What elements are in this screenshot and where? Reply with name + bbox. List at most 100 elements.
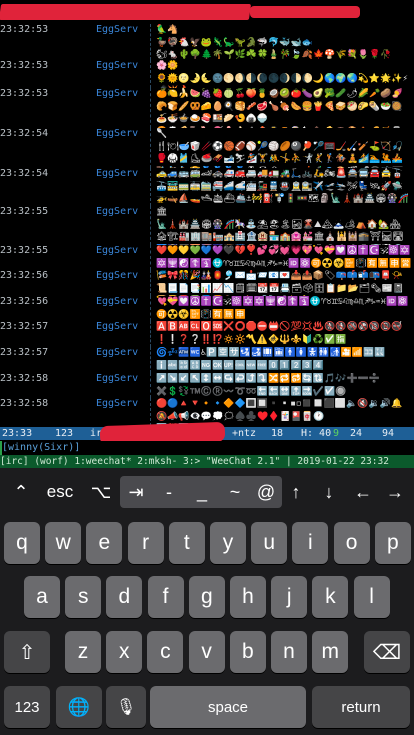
message-nick: EggServ	[96, 321, 139, 332]
key-n[interactable]: n	[271, 631, 307, 673]
nick-separator	[150, 296, 152, 321]
message-time: 23:32:53	[0, 88, 49, 99]
key-h[interactable]: h	[230, 576, 266, 618]
key-i[interactable]: i	[292, 522, 329, 564]
terminal-area: 23:32:53 EggServ 🦜🐴 🦆🦃🐔🦅🐸🦎🦕🦖🐊🦈🐬🐳🐋🐟 🐿🐁🌵🌳🌲🌴🌱…	[0, 0, 414, 426]
key-r[interactable]: r	[127, 522, 164, 564]
message-nick: EggServ	[96, 245, 139, 256]
nick-separator	[150, 88, 152, 128]
nick-separator	[150, 168, 152, 206]
return-key[interactable]: return	[312, 686, 410, 728]
buffer-status-text: [irc] (worf) 1:weechat* 2:mksh- 3:> "Wee…	[0, 456, 389, 467]
key-d[interactable]: d	[106, 576, 143, 618]
message-text: 🅰️🅱️🆎🆑🅾️🆘❌⭕🛑⛔📛🚫💯💢♨️🚷🚯🚳🚱🔞📵🚭❗❕❓❔‼️⁉️🔅🔆〽️⚠️…	[156, 322, 403, 345]
message-text: 🔴🔵🔺🔻🔸🔹🔶🔷🔳🔲▪️▫️◾◽◼️◻️⬛⬜🔈🔇🔉🔊🔔🔕📣📢👁‍🗨💬💭🗯♠️♣️…	[156, 399, 403, 426]
key-j[interactable]: j	[271, 576, 308, 618]
nick-separator	[150, 128, 152, 168]
symbol-group: ⇥ - _ ~ @	[120, 476, 282, 508]
input-line[interactable]: [winny(Sixr)]	[0, 441, 414, 455]
message-row: 23:32:53 EggServ 🍊🍋🍌🍉🍇🍓🍈🍒🍑🍍🥥🥝🍅🍆🥑🥦🥒🌶🌽🥕🥔🍠 🥐🍞…	[0, 88, 414, 128]
tilde-key[interactable]: ~	[219, 476, 251, 508]
message-text: 🌸🌼 🌻🌞🌝🌛🌜🌚🌕🌖🌗🌘🌑🌒🌓🌔🌙🌎🌍🌏💫⭐🌟✨⚡☄️💥🔥	[156, 61, 408, 88]
globe-key[interactable]: 🌐	[56, 686, 102, 728]
message-row: 23:32:56 EggServ 🎏🎀🎊🎉🎎🏮🎐✉️📩📨📧💌📥📤📦🏷📪📫📬📭📮📯📜📃…	[0, 270, 414, 296]
key-v[interactable]: v	[188, 631, 225, 673]
message-text: 🦜🐴 🦆🦃🐔🦅🐸🦎🦕🦖🐊🦈🐬🐳🐋🐟 🐿🐁🌵🌳🌲🌴🌱🌿☘️🍀🎍🎋🍃🍂🍁🍄🌾💐🌷🌹🥀	[156, 25, 392, 60]
message-time: 23:32:54	[0, 128, 49, 139]
nick-separator	[150, 245, 152, 270]
message-nick: EggServ	[96, 270, 139, 281]
numbers-key[interactable]: 123	[4, 686, 50, 728]
key-g[interactable]: g	[188, 576, 225, 618]
underscore-key[interactable]: _	[186, 476, 218, 508]
key-y[interactable]: y	[210, 522, 246, 564]
status-time: 23:33	[2, 428, 33, 439]
nick-separator	[150, 321, 152, 347]
key-x[interactable]: x	[106, 631, 143, 673]
message-row: 23:32:57 EggServ 🅰️🅱️🆎🆑🅾️🆘❌⭕🛑⛔📛🚫💯💢♨️🚷🚯🚳🚱🔞📵…	[0, 321, 414, 347]
status-hotlist-4: 94	[382, 428, 395, 439]
nick-separator	[150, 60, 152, 88]
nick-separator	[150, 24, 152, 60]
message-text: 🥄 🍴🍽🥣🥡🥢⚽🏀🏈⚾🎾🏐🏉🎱🏓🏸🥅🏒🏑🏏⛳🏹🎣🥊🥋🎽⛸🥌🛷🎿⛷🏂🏋️🤼🤸⛹️🤺…	[156, 129, 403, 168]
message-text: 🏛 🗽🗼🏰🏯🏟🎡🎢🎠⛲⛱🏖🏝🏜🌋⛰🏔🗻🏕⛺🏠🏡🏘🏚🏗🏭🏢🏬🏣🏤🏥🏦🏨🏪🏫🏩💒🏛⛪…	[156, 207, 404, 245]
key-e[interactable]: e	[86, 522, 123, 564]
shift-key[interactable]: ⇧	[4, 631, 50, 673]
message-row: 23:32:57 EggServ 🌀💤🏧🚾♿🅿️🈳🈂️🛂🛃🛄🛅🚹🚺🚼🚻🚮🎦📶🈁🔣ℹ️…	[0, 347, 414, 373]
message-time: 23:32:53	[0, 60, 49, 71]
message-time: 23:32:56	[0, 270, 49, 281]
message-row: 23:32:54 EggServ 🚕🚙🚌🚎🏎🚓🚑🚒🚐🚚🚛🚜🛴🚲🛵🏍🚨🚔🚍🚘🚖🚡🚠🚟🚃…	[0, 168, 414, 206]
key-u[interactable]: u	[251, 522, 288, 564]
arrow-down-key[interactable]: ↓	[317, 476, 341, 508]
message-time: 23:32:58	[0, 373, 49, 384]
key-k[interactable]: k	[312, 576, 349, 618]
key-s[interactable]: s	[65, 576, 102, 618]
channel-prompt: [winny(Sixr)]	[2, 442, 81, 453]
backspace-key[interactable]: ⌫	[364, 631, 410, 673]
message-row: 23:32:54 EggServ 🥄 🍴🍽🥣🥡🥢⚽🏀🏈⚾🎾🏐🏉🎱🏓🏸🥅🏒🏑🏏⛳🏹🎣🥊…	[0, 128, 414, 168]
message-text: 🌀💤🏧🚾♿🅿️🈳🈂️🛂🛃🛄🛅🚹🚺🚼🚻🚮🎦📶🈁🔣ℹ️🔤🔡🔠🆖🆗🆙🆒🆕🆓0️⃣1️⃣…	[156, 348, 386, 371]
redaction-mark	[0, 4, 252, 20]
at-key[interactable]: @	[250, 476, 282, 508]
arrow-left-key[interactable]: ←	[351, 476, 375, 508]
message-time: 23:32:55	[0, 245, 49, 256]
collapse-icon[interactable]: ⌃	[6, 476, 36, 508]
key-c[interactable]: c	[147, 631, 184, 673]
message-time: 23:32:55	[0, 206, 49, 217]
keyboard: ⌃ esc ⌥ ⇥ - _ ~ @ ↑ ↓ ← → qwertyuiop asdf…	[0, 468, 414, 735]
message-nick: EggServ	[96, 88, 139, 99]
message-text: 🍊🍋🍌🍉🍇🍓🍈🍒🍑🍍🥥🥝🍅🍆🥑🥦🥒🌶🌽🥕🥔🍠 🥐🍞🥖🥨🧀🥚🍳🥞🥓🥩🍗🍖🌭🍔🍟🍕🥪…	[156, 89, 403, 128]
message-time: 23:32:57	[0, 321, 49, 332]
status-hotlist-2: 9	[333, 428, 340, 439]
key-f[interactable]: f	[147, 576, 184, 618]
alt-key[interactable]: ⌥	[86, 476, 116, 508]
buffer-status-bar: [irc] (worf) 1:weechat* 2:mksh- 3:> "Wee…	[0, 455, 414, 468]
key-l[interactable]: l	[353, 576, 390, 618]
status-mode: +ntz	[232, 428, 257, 439]
message-nick: EggServ	[96, 347, 139, 358]
key-o[interactable]: o	[333, 522, 370, 564]
message-nick: EggServ	[96, 206, 139, 217]
message-nick: EggServ	[96, 128, 139, 139]
space-key[interactable]: space	[150, 686, 306, 728]
message-nick: EggServ	[96, 60, 139, 71]
esc-key[interactable]: esc	[40, 476, 80, 508]
key-p[interactable]: p	[374, 522, 411, 564]
message-text: 🎏🎀🎊🎉🎎🏮🎐✉️📩📨📧💌📥📤📦🏷📪📫📬📭📮📯📜📃📄📑📊📈📉🗒🗓📆📅📇🗃🗳🗄📋📁…	[156, 271, 405, 294]
tab-key[interactable]: ⇥	[120, 476, 152, 508]
message-row: 23:32:58 EggServ ↗️↘️↙️↖️↕️↔️↪️↩️⤴️⤵️🔀🔁🔂🔄🔃…	[0, 373, 414, 398]
key-t[interactable]: t	[168, 522, 205, 564]
key-b[interactable]: b	[229, 631, 266, 673]
arrow-right-key[interactable]: →	[383, 476, 407, 508]
key-z[interactable]: z	[65, 631, 101, 673]
key-w[interactable]: w	[45, 522, 82, 564]
arrow-up-key[interactable]: ↑	[284, 476, 308, 508]
key-a[interactable]: a	[24, 576, 60, 618]
mic-key[interactable]: 🎙	[106, 686, 146, 728]
message-time: 23:32:58	[0, 398, 49, 409]
key-m[interactable]: m	[312, 631, 349, 673]
message-text: ❤️🧡💛💚💙💜🖤💔❣️💕💞💓💗💖💘💝💟☮️✝️☪️🕉☸️✡️🔯🕎☯️☦️🛐⛎♈♉…	[156, 246, 412, 269]
key-q[interactable]: q	[4, 522, 40, 564]
dash-key[interactable]: -	[153, 476, 185, 508]
message-row: 23:32:55 EggServ 🏛 🗽🗼🏰🏯🏟🎡🎢🎠⛲⛱🏖🏝🏜🌋⛰🏔🗻🏕⛺🏠🏡🏘🏚…	[0, 206, 414, 245]
